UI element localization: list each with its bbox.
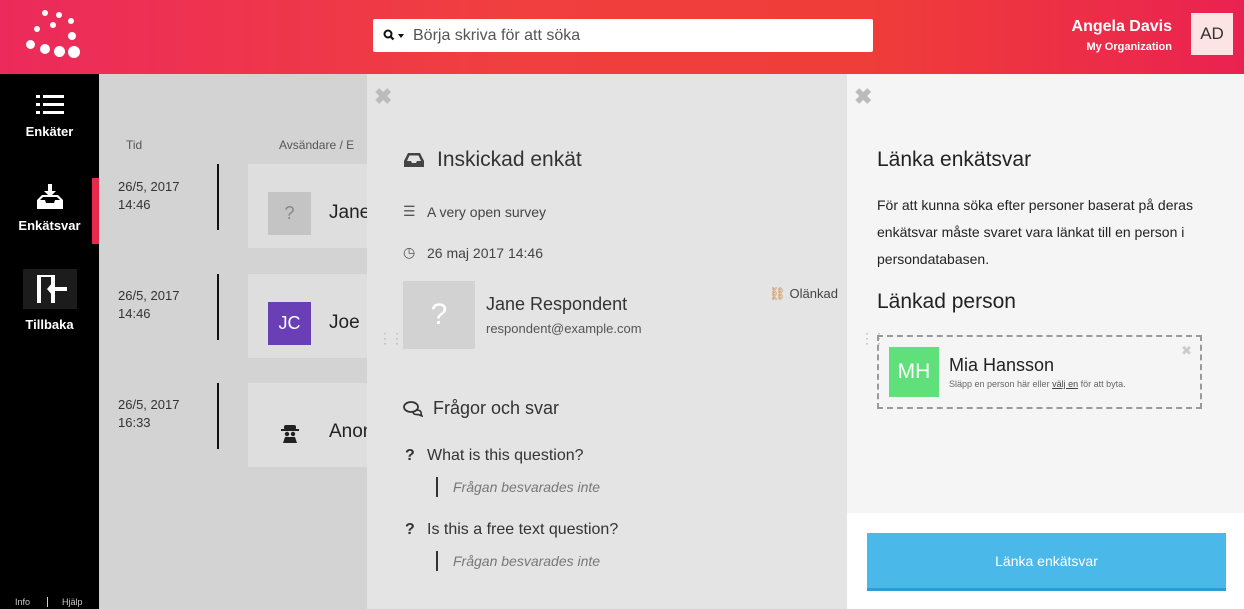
search-bar[interactable] [373,19,873,52]
nav-label-responses: Enkätsvar [18,218,81,233]
survey-name-row: ☰ A very open survey [403,203,546,220]
linked-person-avatar: MH [889,347,939,397]
drag-handle-icon[interactable]: ⋮⋮ [378,330,404,347]
row-date-text: 26/5, 2017 [118,288,180,303]
left-nav: Enkäter Enkätsvar Tillbaka Info Hjälp [0,74,99,609]
submission-panel: ✖ Inskickad enkät ☰ A very open survey ◷… [367,74,847,609]
qa-heading-text: Frågor och svar [433,398,560,418]
question-text: Is this a free text question? [427,521,619,538]
link-panel-title: Länka enkätsvar [877,148,1032,171]
respondent-avatar[interactable]: ? [403,281,475,349]
spy-icon [280,424,299,443]
question-icon: ? [405,447,415,464]
linked-person-heading: Länkad person [877,290,1016,313]
answer-text: Frågan besvarades inte [436,477,600,497]
close-icon[interactable]: ✖ [854,84,872,110]
user-avatar[interactable]: AD [1191,13,1233,55]
inbox-icon [36,184,63,209]
row-avatar: ? [268,192,311,235]
unlink-icon: ⛓ [769,286,786,301]
row-date: 26/5, 2017 14:46 [118,178,179,214]
footer-divider [47,597,48,607]
list-item[interactable]: JC Joe [248,274,368,358]
inbox-tray-icon [404,153,424,167]
question-text: What is this question? [427,447,584,464]
link-status-text: Olänkad [789,286,838,301]
row-time-text: 14:46 [118,306,151,321]
row-date-text: 26/5, 2017 [118,179,180,194]
submission-date: 26 maj 2017 14:46 [427,244,543,261]
top-bar: Angela Davis My Organization AD [0,0,1244,74]
user-organization: My Organization [1086,41,1172,53]
row-time-text: 16:33 [118,415,151,430]
list-item[interactable]: Anon [248,383,373,467]
action-bar: Länka enkätsvar [847,513,1244,609]
list-item[interactable]: ? Jane [248,164,371,248]
survey-name: A very open survey [427,203,547,220]
row-time-text: 14:46 [118,197,151,212]
remove-person-icon[interactable]: ✖ [1181,343,1192,359]
linked-person-name: Mia Hansson [949,355,1055,375]
nav-label-surveys: Enkäter [25,124,74,139]
nav-item-back[interactable]: Tillbaka [0,269,99,332]
comments-icon [403,400,423,417]
respondent-email: respondent@example.com [486,321,642,336]
row-avatar: JC [268,302,311,345]
info-link[interactable]: Info [15,597,30,607]
nav-item-responses[interactable]: Enkätsvar [0,184,99,233]
responses-list: Tid Avsändare / E 26/5, 2017 14:46 ? Jan… [99,74,373,609]
timeline-line [217,383,219,449]
help-link[interactable]: Hjälp [62,597,83,607]
clock-icon: ◷ [403,244,416,260]
question: ? What is this question? [405,447,584,465]
col-header-sender[interactable]: Avsändare / E [279,138,354,152]
user-info[interactable]: Angela Davis My Organization [1072,18,1172,53]
respondent-name: Jane Respondent [486,294,628,314]
row-avatar [268,411,311,454]
nav-active-indicator [92,178,99,244]
link-panel-description: För att kunna söka efter personer basera… [877,197,1193,267]
link-response-button[interactable]: Länka enkätsvar [867,533,1226,591]
nav-label-back: Tillbaka [25,317,74,332]
exit-icon [22,269,77,309]
row-date: 26/5, 2017 16:33 [118,396,179,432]
title-text: Inskickad enkät [437,148,582,171]
link-panel: ✖ Länka enkätsvar För att kunna söka eft… [847,74,1244,513]
row-name: Jane [329,202,371,223]
col-header-time[interactable]: Tid [126,138,142,152]
list-icon [35,95,64,114]
date-row: ◷ 26 maj 2017 14:46 [403,244,543,261]
choose-person-link[interactable]: välj en [1052,379,1078,389]
app-logo[interactable] [24,10,86,62]
row-name: Joe [329,312,360,333]
hint-prefix: Släpp en person här eller [949,379,1053,389]
answer-text: Frågan besvarades inte [436,551,600,571]
question-icon: ? [405,521,415,538]
nav-item-surveys[interactable]: Enkäter [0,94,99,139]
person-dropzone[interactable]: MH Mia Hansson Släpp en person här eller… [877,335,1202,409]
search-icon[interactable] [383,28,407,44]
question: ? Is this a free text question? [405,521,618,539]
link-status: ⛓ Olänkad [769,286,838,302]
close-icon[interactable]: ✖ [374,84,392,110]
list-icon: ☰ [403,203,416,219]
row-date-text: 26/5, 2017 [118,397,180,412]
hint-suffix: för att byta. [1078,379,1126,389]
row-date: 26/5, 2017 14:46 [118,287,179,323]
dropzone-hint: Släpp en person här eller välj en för at… [949,379,1126,389]
user-name: Angela Davis [1071,18,1172,35]
search-input[interactable] [413,19,863,52]
timeline-line [217,164,219,230]
timeline-line [217,274,219,340]
qa-heading: Frågor och svar [403,398,559,419]
panel-title: Inskickad enkät [403,148,582,172]
